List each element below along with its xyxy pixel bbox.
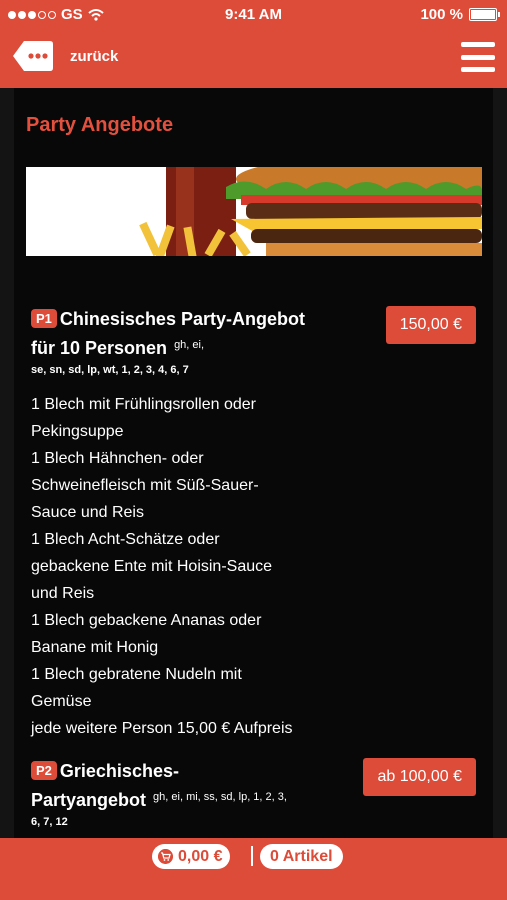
item-name: Chinesisches Party-Angebot für 10 Person… [31,309,305,358]
allergen-list: gh, ei, [174,339,205,351]
item-title[interactable]: P1 Chinesisches Party-Angebot für 10 Pers… [31,306,321,377]
price-button[interactable]: ab 100,00 € [363,758,476,796]
cart-total: 0,00 € [178,847,223,865]
item-description: 1 Blech mit Frühlingsrollen oder Pekings… [31,396,293,737]
menu-item-p1: P1 Chinesisches Party-Angebot für 10 Pers… [31,306,476,742]
battery-area: 100 % [420,6,500,23]
main-content: Party Angebote P1 Chinesisches Party-Ang… [0,88,507,840]
cart-total-button[interactable]: 0,00 € [152,844,231,869]
item-name-line1: Griechisches- [59,761,179,781]
bottom-bar: 0,00 € 0 Artikel [0,838,507,900]
back-icon[interactable] [12,40,54,72]
cart-icon [158,849,173,864]
burger-illustration [26,167,482,256]
back-button-label[interactable]: zurück [70,48,118,65]
item-title[interactable]: P2 Griechisches- Partyangebot gh, ei, mi,… [31,758,321,829]
item-code-badge: P1 [31,309,57,328]
item-code-badge: P2 [31,761,57,780]
item-name-line2: Partyangebot [31,790,147,810]
battery-label: 100 % [420,6,463,23]
menu-item-p2: P2 Griechisches- Partyangebot gh, ei, mi,… [31,758,476,829]
section-title: Party Angebote [26,114,174,136]
article-count-button[interactable]: 0 Artikel [260,844,343,869]
allergen-list-continued: 6, 7, 12 [31,816,68,828]
price-button[interactable]: 150,00 € [385,306,476,344]
battery-icon [469,8,500,21]
content-panel: Party Angebote P1 Chinesisches Party-Ang… [14,88,493,840]
menu-icon[interactable] [461,42,495,72]
allergen-list-continued: se, sn, sd, lp, wt, 1, 2, 3, 4, 6, 7 [31,364,189,376]
divider [251,846,253,866]
nav-bar: zurück [0,30,507,88]
status-bar: GS 9:41 AM 100 % [0,0,507,30]
allergen-list: gh, ei, mi, ss, sd, lp, 1, 2, 3, [153,791,287,803]
banner-image [26,167,482,256]
